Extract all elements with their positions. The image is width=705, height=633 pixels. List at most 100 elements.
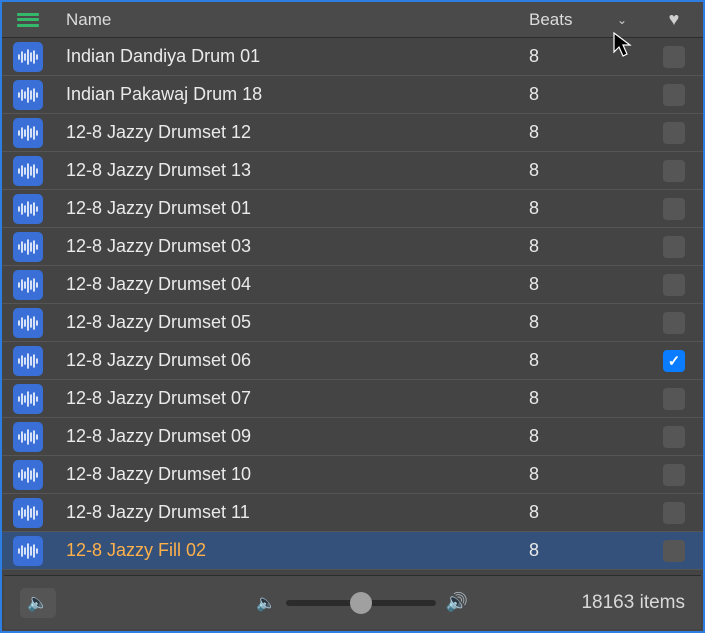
favorite-checkbox[interactable] <box>663 84 685 106</box>
audio-waveform-icon <box>13 118 43 148</box>
loop-beats: 8 <box>525 122 645 143</box>
audio-waveform-icon <box>13 232 43 262</box>
column-header-beats[interactable]: Beats ⌄ <box>525 10 645 30</box>
volume-control: 🔈 🔊 <box>256 592 468 613</box>
table-row[interactable]: Indian Pakawaj Drum 18 8 <box>2 76 703 114</box>
favorite-checkbox[interactable] <box>663 426 685 448</box>
loop-name: 12-8 Jazzy Drumset 11 <box>54 502 525 523</box>
favorite-checkbox[interactable] <box>663 198 685 220</box>
speaker-min-icon: 🔈 <box>256 593 276 613</box>
view-toggle-button[interactable] <box>2 13 54 27</box>
table-row[interactable]: 12-8 Jazzy Drumset 12 8 <box>2 114 703 152</box>
loop-type-icon-cell <box>2 536 54 566</box>
table-row[interactable]: 12-8 Jazzy Drumset 06 8 <box>2 342 703 380</box>
favorite-checkbox[interactable] <box>663 350 685 372</box>
loop-type-icon-cell <box>2 42 54 72</box>
loop-beats: 8 <box>525 236 645 257</box>
audio-waveform-icon <box>13 270 43 300</box>
loop-name: 12-8 Jazzy Fill 02 <box>54 540 525 561</box>
favorite-checkbox[interactable] <box>663 464 685 486</box>
favorite-cell <box>645 426 703 448</box>
loop-type-icon-cell <box>2 80 54 110</box>
loop-beats: 8 <box>525 350 645 371</box>
loop-type-icon-cell <box>2 270 54 300</box>
loop-name: 12-8 Jazzy Drumset 09 <box>54 426 525 447</box>
table-row[interactable]: 12-8 Jazzy Drumset 03 8 <box>2 228 703 266</box>
table-row[interactable]: 12-8 Jazzy Drumset 10 8 <box>2 456 703 494</box>
favorite-cell <box>645 502 703 524</box>
table-row[interactable]: 12-8 Jazzy Fill 02 8 <box>2 532 703 570</box>
favorite-checkbox[interactable] <box>663 160 685 182</box>
loop-type-icon-cell <box>2 308 54 338</box>
audio-waveform-icon <box>13 422 43 452</box>
loop-list: Indian Dandiya Drum 01 8 Indian Pakawaj … <box>2 38 703 570</box>
table-row[interactable]: 12-8 Jazzy Drumset 04 8 <box>2 266 703 304</box>
loop-beats: 8 <box>525 388 645 409</box>
audio-waveform-icon <box>13 42 43 72</box>
loop-type-icon-cell <box>2 346 54 376</box>
audio-waveform-icon <box>13 498 43 528</box>
favorite-checkbox[interactable] <box>663 274 685 296</box>
favorite-cell <box>645 84 703 106</box>
loop-name: 12-8 Jazzy Drumset 03 <box>54 236 525 257</box>
favorite-cell <box>645 388 703 410</box>
loop-name: 12-8 Jazzy Drumset 10 <box>54 464 525 485</box>
column-header-favorite[interactable]: ♥ <box>645 9 703 30</box>
loop-name: Indian Dandiya Drum 01 <box>54 46 525 67</box>
favorite-checkbox[interactable] <box>663 46 685 68</box>
favorite-checkbox[interactable] <box>663 540 685 562</box>
favorite-cell <box>645 350 703 372</box>
heart-icon: ♥ <box>669 9 680 30</box>
loop-name: Indian Pakawaj Drum 18 <box>54 84 525 105</box>
favorite-cell <box>645 46 703 68</box>
table-row[interactable]: 12-8 Jazzy Drumset 01 8 <box>2 190 703 228</box>
loop-beats: 8 <box>525 160 645 181</box>
favorite-cell <box>645 122 703 144</box>
table-row[interactable]: 12-8 Jazzy Drumset 05 8 <box>2 304 703 342</box>
table-row[interactable]: 12-8 Jazzy Drumset 07 8 <box>2 380 703 418</box>
table-row[interactable]: Indian Dandiya Drum 01 8 <box>2 38 703 76</box>
loop-name: 12-8 Jazzy Drumset 12 <box>54 122 525 143</box>
favorite-checkbox[interactable] <box>663 502 685 524</box>
table-row[interactable]: 12-8 Jazzy Drumset 09 8 <box>2 418 703 456</box>
favorite-checkbox[interactable] <box>663 236 685 258</box>
favorite-cell <box>645 198 703 220</box>
audio-waveform-icon <box>13 384 43 414</box>
loop-beats: 8 <box>525 46 645 67</box>
speaker-max-icon: 🔊 <box>446 592 468 613</box>
favorite-checkbox[interactable] <box>663 122 685 144</box>
table-row[interactable]: 12-8 Jazzy Drumset 11 8 <box>2 494 703 532</box>
loop-name: 12-8 Jazzy Drumset 06 <box>54 350 525 371</box>
loop-beats: 8 <box>525 198 645 219</box>
favorite-cell <box>645 312 703 334</box>
loop-beats: 8 <box>525 540 645 561</box>
column-header-beats-label: Beats <box>529 10 572 29</box>
audio-waveform-icon <box>13 308 43 338</box>
audio-waveform-icon <box>13 80 43 110</box>
volume-slider-thumb[interactable] <box>350 592 372 614</box>
loop-type-icon-cell <box>2 232 54 262</box>
loop-type-icon-cell <box>2 156 54 186</box>
loop-name: 12-8 Jazzy Drumset 01 <box>54 198 525 219</box>
loop-type-icon-cell <box>2 194 54 224</box>
list-view-icon <box>17 13 39 27</box>
volume-slider[interactable] <box>286 600 436 606</box>
favorite-checkbox[interactable] <box>663 312 685 334</box>
loop-name: 12-8 Jazzy Drumset 05 <box>54 312 525 333</box>
preview-button[interactable]: 🔈 <box>20 588 56 618</box>
speaker-icon: 🔈 <box>27 593 48 613</box>
loop-beats: 8 <box>525 312 645 333</box>
loop-type-icon-cell <box>2 384 54 414</box>
audio-waveform-icon <box>13 156 43 186</box>
table-row[interactable]: 12-8 Jazzy Drumset 13 8 <box>2 152 703 190</box>
loop-name: 12-8 Jazzy Drumset 07 <box>54 388 525 409</box>
loop-type-icon-cell <box>2 422 54 452</box>
favorite-cell <box>645 274 703 296</box>
loop-beats: 8 <box>525 274 645 295</box>
loop-beats: 8 <box>525 426 645 447</box>
item-count-label: 18163 items <box>581 592 685 614</box>
favorite-cell <box>645 540 703 562</box>
loop-beats: 8 <box>525 464 645 485</box>
column-header-name[interactable]: Name <box>54 10 525 30</box>
favorite-checkbox[interactable] <box>663 388 685 410</box>
